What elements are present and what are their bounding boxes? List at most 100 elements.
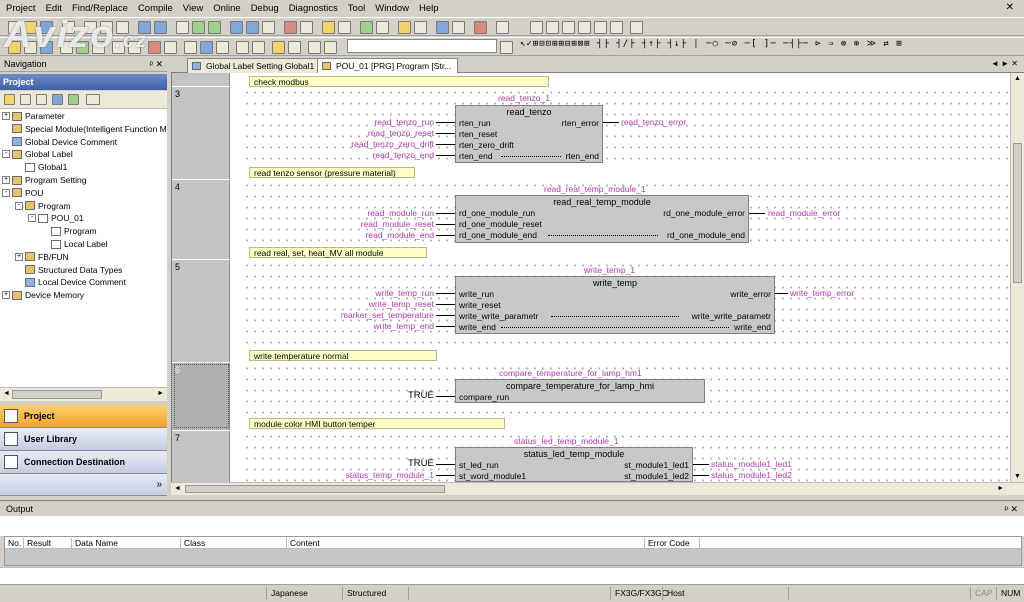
collapse-icon[interactable]: - — [2, 188, 10, 197]
menu-window[interactable]: Window — [375, 3, 409, 14]
copy-data-icon[interactable] — [36, 94, 47, 105]
redo-icon[interactable] — [154, 21, 167, 34]
tree-item[interactable]: Structured Data Types — [15, 264, 122, 276]
find-icon[interactable] — [176, 21, 189, 34]
chevron-more-icon[interactable]: » — [156, 479, 162, 490]
sort-icon[interactable] — [86, 94, 100, 105]
scroll-right-icon[interactable]: ► — [157, 390, 164, 397]
tree-item[interactable]: + Device Memory — [2, 289, 84, 301]
label-icon[interactable] — [398, 21, 411, 34]
scroll-up-icon[interactable]: ▲ — [1014, 75, 1021, 82]
diagnostics-icon[interactable] — [360, 21, 373, 34]
output-variable[interactable]: status_module1_led1 — [711, 459, 792, 469]
expand-icon[interactable]: + — [2, 291, 10, 300]
function-block[interactable]: compare_temperature_for_lamp_hmi compare… — [455, 379, 705, 403]
input-variable[interactable]: read_tenzo_run — [374, 117, 434, 127]
monitor-icon[interactable] — [148, 41, 161, 54]
connection-destination-button[interactable]: Connection Destination — [0, 451, 167, 474]
read-plc-icon[interactable] — [230, 21, 243, 34]
align-center-icon[interactable] — [546, 21, 559, 34]
comment-icon[interactable] — [414, 21, 427, 34]
menu-tool[interactable]: Tool — [348, 3, 365, 14]
monitor-stop-icon[interactable] — [300, 21, 313, 34]
menu-diagnostics[interactable]: Diagnostics — [289, 3, 338, 14]
function-block[interactable]: read_real_temp_module rd_one_module_run … — [455, 195, 749, 243]
collapse-icon[interactable]: - — [15, 201, 23, 210]
column-error-code[interactable]: Error Code — [644, 538, 690, 549]
tree-item[interactable]: Global1 — [15, 161, 67, 173]
scroll-right-icon[interactable]: ► — [997, 485, 1004, 492]
column-content[interactable]: Content — [286, 538, 320, 549]
search-icon[interactable] — [500, 41, 513, 54]
output-variable[interactable]: read_tenzo_error — [621, 117, 686, 127]
align-top-icon[interactable] — [578, 21, 591, 34]
input-variable[interactable]: write_temp_end — [374, 321, 434, 331]
input-variable[interactable]: read_tenzo_end — [373, 150, 434, 160]
menu-view[interactable]: View — [183, 3, 203, 14]
refresh-icon[interactable] — [68, 94, 79, 105]
scroll-thumb[interactable] — [185, 485, 445, 493]
menu-find-replace[interactable]: Find/Replace — [72, 3, 128, 14]
tree-item[interactable]: + Parameter — [2, 110, 65, 122]
write-mode-icon[interactable] — [164, 41, 177, 54]
align-right-icon[interactable] — [562, 21, 575, 34]
collapse-icon[interactable]: - — [28, 214, 36, 223]
column-class[interactable]: Class — [180, 538, 205, 549]
scroll-left-icon[interactable]: ◄ — [174, 485, 181, 492]
constant-true[interactable]: TRUE — [408, 390, 434, 401]
tree-item[interactable]: Program — [41, 225, 97, 237]
collapse-icon[interactable]: - — [2, 150, 10, 159]
output-variable[interactable]: read_module_error — [768, 208, 840, 218]
input-variable[interactable]: write_temp_reset — [369, 299, 434, 309]
delete-data-icon[interactable] — [20, 94, 31, 105]
verify-plc-icon[interactable] — [262, 21, 275, 34]
tab-navigation[interactable]: ◄ ► ✕ — [991, 59, 1018, 68]
scroll-thumb[interactable] — [1013, 143, 1022, 283]
step-icon[interactable] — [308, 41, 321, 54]
window-icon[interactable] — [496, 21, 509, 34]
editor-vscrollbar[interactable]: ▲ ▼ — [1010, 73, 1024, 482]
function-block[interactable]: status_led_temp_module st_led_run st_wor… — [455, 447, 693, 482]
output-variable[interactable]: write_temp_error — [790, 288, 854, 298]
expand-icon[interactable]: + — [2, 112, 10, 120]
editor-hscrollbar[interactable]: ◄ ► — [171, 482, 1024, 495]
tab-pou01-program[interactable]: POU_01 [PRG] Program [Str... — [317, 58, 459, 73]
align-bottom-icon[interactable] — [610, 21, 623, 34]
menu-online[interactable]: Online — [213, 3, 240, 14]
property-icon[interactable] — [52, 94, 63, 105]
tree-item[interactable]: - POU — [2, 187, 43, 199]
new-data-icon[interactable] — [4, 94, 15, 105]
project-view-button[interactable]: Project — [0, 405, 167, 428]
output-table[interactable]: No. Result Data Name Class Content Error… — [4, 536, 1022, 566]
zoom-icon[interactable] — [436, 21, 449, 34]
menu-debug[interactable]: Debug — [251, 3, 279, 14]
column-result[interactable]: Result — [23, 538, 51, 549]
watch-icon[interactable] — [322, 21, 335, 34]
input-variable[interactable]: read_tenzo_reset — [368, 128, 434, 138]
input-variable[interactable]: marker_set_temperature — [341, 310, 434, 320]
input-variable[interactable]: status_temp_module_1 — [346, 470, 434, 480]
menu-help[interactable]: Help — [419, 3, 439, 14]
input-variable[interactable]: read_module_run — [367, 208, 434, 218]
scroll-thumb[interactable] — [12, 390, 102, 399]
label-display-icon[interactable] — [252, 41, 265, 54]
tree-item[interactable]: - Program — [15, 200, 71, 212]
user-library-button[interactable]: User Library — [0, 428, 167, 451]
simulation-icon[interactable] — [376, 21, 389, 34]
convert-all-icon[interactable] — [216, 41, 229, 54]
column-data-name[interactable]: Data Name — [71, 538, 118, 549]
device-search-combo[interactable] — [347, 39, 497, 53]
build-icon[interactable] — [192, 21, 205, 34]
tree-item[interactable]: Global Device Comment — [2, 136, 117, 148]
pin-icon[interactable]: ᵖ ✕ — [1005, 504, 1018, 515]
distribute-icon[interactable] — [630, 21, 643, 34]
rebuild-icon[interactable] — [208, 21, 221, 34]
align-left-icon[interactable] — [530, 21, 543, 34]
pin-icon[interactable]: ᵖ ✕ — [150, 59, 163, 70]
function-block[interactable]: write_temp write_run write_reset write_w… — [455, 276, 775, 334]
write-plc-icon[interactable] — [246, 21, 259, 34]
tree-item[interactable]: + Program Setting — [2, 174, 86, 186]
output-variable[interactable]: status_module1_led2 — [711, 470, 792, 480]
menu-project[interactable]: Project — [6, 3, 36, 14]
close-icon[interactable]: ✕ — [1006, 2, 1014, 13]
